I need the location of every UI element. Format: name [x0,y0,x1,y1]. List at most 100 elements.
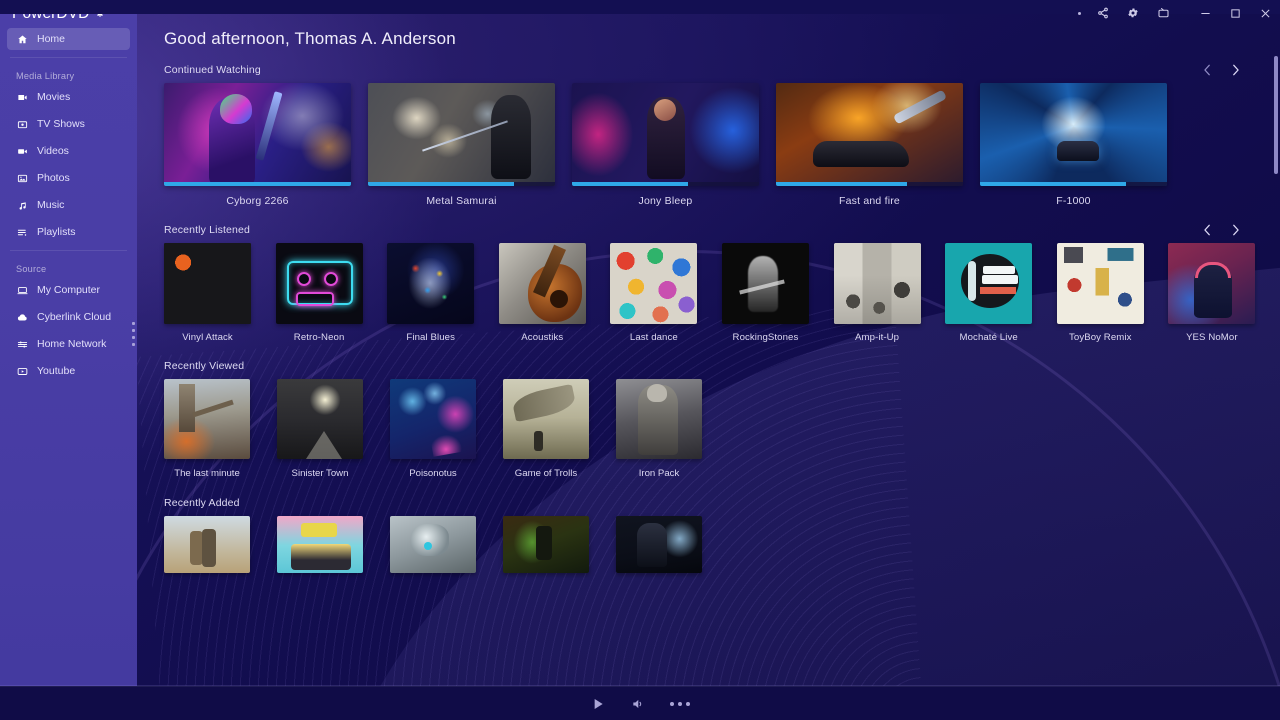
computer-icon [16,284,29,297]
artwork-road [306,431,342,459]
sidebar-item-videos[interactable]: Videos [7,140,130,162]
media-tile[interactable] [390,516,503,573]
maximize-icon[interactable] [1220,0,1250,26]
album-tile[interactable]: Acoustiks [499,243,611,343]
sidebar-item-label: Cyberlink Cloud [37,311,111,323]
carousel-prev-icon[interactable] [1203,64,1212,76]
sidebar-item-movies[interactable]: Movies [7,86,130,108]
photo-tile[interactable]: Game of Trolls [503,379,616,479]
close-icon[interactable] [1250,0,1280,26]
sidebar-item-label: Music [37,199,64,211]
album-tile[interactable]: Last dance [610,243,722,343]
carousel-next-icon[interactable] [1231,224,1240,236]
cloud-icon [16,311,29,324]
media-tile[interactable] [277,516,390,573]
progress-fill [980,182,1126,186]
artwork-speakers [834,243,921,324]
tile-title: Mochaté Live [945,332,1032,343]
album-tile[interactable]: Mochaté Live [945,243,1057,343]
scrollbar-track[interactable] [1274,56,1278,656]
music-icon [16,199,29,212]
media-tile[interactable]: Metal Samurai [368,83,572,207]
sidebar-item-home[interactable]: Home [7,28,130,50]
photo-tile[interactable]: Iron Pack [616,379,729,479]
artwork-car [1057,141,1099,161]
progress-fill [164,182,351,186]
media-tile[interactable]: Fast and fire [776,83,980,207]
tile-title: The last minute [164,468,250,479]
tile-thumbnail [616,516,702,573]
progress-bar [164,182,351,186]
media-tile[interactable]: Jony Bleep [572,83,776,207]
media-tile[interactable] [164,516,277,573]
sidebar-section-media-library: Media Library [0,63,137,81]
album-tile[interactable]: Amp-it-Up [834,243,946,343]
scrollbar-thumb[interactable] [1274,56,1278,174]
row-recently-viewed: Recently Viewed The last minute [137,358,1280,479]
progress-fill [776,182,907,186]
tile-thumbnail [503,516,589,573]
album-tile[interactable]: YES NoMor [1168,243,1280,343]
tile-thumbnail [277,516,363,573]
photo-tile[interactable]: The last minute [164,379,277,479]
artwork-figure-a [190,531,203,565]
artwork-splash [406,258,454,310]
tile-thumbnail [834,243,921,324]
play-button[interactable] [590,696,606,712]
tile-title: F-1000 [980,195,1167,207]
sidebar-item-tv-shows[interactable]: TV Shows [7,113,130,135]
row-continued-watching: Continued Watching [137,62,1280,207]
sidebar-item-youtube[interactable]: Youtube [7,360,130,382]
artwork-helmet [647,384,667,402]
tile-thumbnail [276,243,363,324]
media-tile[interactable]: Cyborg 2266 [164,83,368,207]
row-recently-listened: Recently Listened Vinyl Attack [137,222,1280,343]
sidebar-item-music[interactable]: Music [7,194,130,216]
album-tile[interactable]: ToyBoy Remix [1057,243,1169,343]
artwork-figure [491,95,531,179]
sidebar-resize-handle[interactable] [130,322,136,346]
row-header: Recently Listened [137,222,1280,238]
carousel-prev-icon[interactable] [1203,224,1212,236]
share-icon[interactable] [1088,0,1118,26]
artwork-figure-b [202,529,216,567]
minimize-icon[interactable] [1190,0,1220,26]
window-controls [1070,0,1280,26]
youtube-icon [16,365,29,378]
sidebar: PowerDVD Home Media Library Movies [0,0,137,686]
tv-cast-icon[interactable] [1148,0,1178,26]
album-tile[interactable]: Vinyl Attack [164,243,276,343]
sidebar-item-home-network[interactable]: Home Network [7,333,130,355]
sidebar-item-label: Home [37,33,65,45]
sidebar-item-playlists[interactable]: Playlists [7,221,130,243]
artwork [164,379,250,459]
media-tile[interactable] [616,516,729,573]
album-tile[interactable]: RockingStones [722,243,834,343]
sidebar-item-photos[interactable]: Photos [7,167,130,189]
progress-bar [776,182,963,186]
sidebar-item-my-computer[interactable]: My Computer [7,279,130,301]
sidebar-divider [10,57,127,58]
tile-title: Game of Trolls [503,468,589,479]
artwork-cassette [291,544,351,570]
tile-strip: The last minute Sinister Town Poisonotus [137,379,1280,479]
tile-thumbnail [610,243,697,324]
powerdvd-window: PowerDVD Home Media Library Movies [0,0,1280,720]
overflow-dot-icon[interactable] [1070,0,1088,26]
sidebar-item-label: Videos [37,145,69,157]
photo-tile[interactable]: Sinister Town [277,379,390,479]
carousel-next-icon[interactable] [1231,64,1240,76]
album-tile[interactable]: Retro-Neon [276,243,388,343]
gear-icon[interactable] [1118,0,1148,26]
photo-tile[interactable]: Poisonotus [390,379,503,479]
main-content: Good afternoon, Thomas A. Anderson Conti… [137,14,1280,686]
album-tile[interactable]: Final Blues [387,243,499,343]
artwork-mic [968,261,976,301]
artwork-helmet [220,94,252,124]
tile-thumbnail [722,243,809,324]
sidebar-item-cyberlink-cloud[interactable]: Cyberlink Cloud [7,306,130,328]
more-options-button[interactable] [670,702,690,706]
media-tile[interactable]: F-1000 [980,83,1184,207]
media-tile[interactable] [503,516,616,573]
volume-button[interactable] [631,697,645,711]
